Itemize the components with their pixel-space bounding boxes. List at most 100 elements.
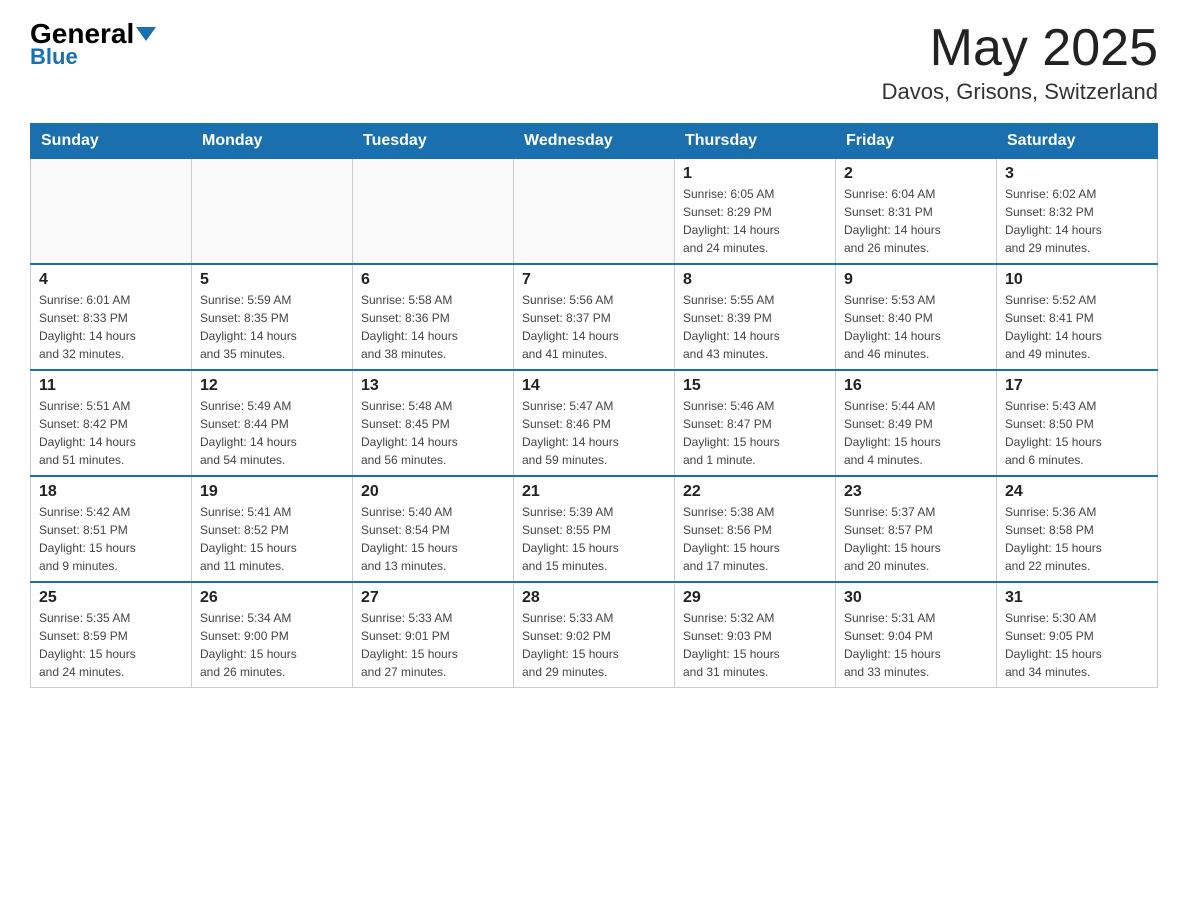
col-header-friday: Friday — [836, 124, 997, 159]
day-number: 8 — [683, 271, 827, 289]
calendar-cell: 18 Sunrise: 5:42 AM Sunset: 8:51 PM Dayli… — [31, 476, 192, 582]
calendar-week-row: 18 Sunrise: 5:42 AM Sunset: 8:51 PM Dayli… — [31, 476, 1158, 582]
calendar-table: SundayMondayTuesdayWednesdayThursdayFrid… — [30, 123, 1158, 688]
calendar-cell: 5 Sunrise: 5:59 AM Sunset: 8:35 PM Daylig… — [192, 264, 353, 370]
col-header-monday: Monday — [192, 124, 353, 159]
day-info: Sunrise: 5:53 AM Sunset: 8:40 PM Dayligh… — [844, 291, 988, 363]
title-block: May 2025 Davos, Grisons, Switzerland — [882, 20, 1158, 105]
day-number: 5 — [200, 271, 344, 289]
day-number: 13 — [361, 377, 505, 395]
day-number: 4 — [39, 271, 183, 289]
day-number: 31 — [1005, 589, 1149, 607]
calendar-title: May 2025 — [882, 20, 1158, 77]
day-number: 15 — [683, 377, 827, 395]
calendar-week-row: 1 Sunrise: 6:05 AM Sunset: 8:29 PM Daylig… — [31, 159, 1158, 265]
calendar-cell: 12 Sunrise: 5:49 AM Sunset: 8:44 PM Dayli… — [192, 370, 353, 476]
day-info: Sunrise: 5:58 AM Sunset: 8:36 PM Dayligh… — [361, 291, 505, 363]
day-info: Sunrise: 5:32 AM Sunset: 9:03 PM Dayligh… — [683, 609, 827, 681]
calendar-location: Davos, Grisons, Switzerland — [882, 79, 1158, 105]
day-info: Sunrise: 5:56 AM Sunset: 8:37 PM Dayligh… — [522, 291, 666, 363]
calendar-cell: 31 Sunrise: 5:30 AM Sunset: 9:05 PM Dayli… — [997, 582, 1158, 688]
day-info: Sunrise: 5:42 AM Sunset: 8:51 PM Dayligh… — [39, 503, 183, 575]
calendar-cell: 21 Sunrise: 5:39 AM Sunset: 8:55 PM Dayli… — [514, 476, 675, 582]
day-number: 27 — [361, 589, 505, 607]
col-header-wednesday: Wednesday — [514, 124, 675, 159]
logo-triangle-icon — [136, 27, 156, 41]
calendar-cell — [31, 159, 192, 265]
calendar-cell: 25Sunrise: 5:35 AM Sunset: 8:59 PM Dayli… — [31, 582, 192, 688]
day-info: Sunrise: 5:40 AM Sunset: 8:54 PM Dayligh… — [361, 503, 505, 575]
calendar-week-row: 11Sunrise: 5:51 AM Sunset: 8:42 PM Dayli… — [31, 370, 1158, 476]
day-info: Sunrise: 5:30 AM Sunset: 9:05 PM Dayligh… — [1005, 609, 1149, 681]
day-info: Sunrise: 5:59 AM Sunset: 8:35 PM Dayligh… — [200, 291, 344, 363]
calendar-cell: 3 Sunrise: 6:02 AM Sunset: 8:32 PM Daylig… — [997, 159, 1158, 265]
day-number: 12 — [200, 377, 344, 395]
day-number: 3 — [1005, 165, 1149, 183]
day-info: Sunrise: 6:05 AM Sunset: 8:29 PM Dayligh… — [683, 185, 827, 257]
calendar-cell: 17 Sunrise: 5:43 AM Sunset: 8:50 PM Dayli… — [997, 370, 1158, 476]
col-header-thursday: Thursday — [675, 124, 836, 159]
day-info: Sunrise: 5:31 AM Sunset: 9:04 PM Dayligh… — [844, 609, 988, 681]
logo: General Blue — [30, 20, 156, 70]
day-number: 22 — [683, 483, 827, 501]
calendar-cell: 2 Sunrise: 6:04 AM Sunset: 8:31 PM Daylig… — [836, 159, 997, 265]
calendar-cell: 23 Sunrise: 5:37 AM Sunset: 8:57 PM Dayli… — [836, 476, 997, 582]
day-info: Sunrise: 5:33 AM Sunset: 9:01 PM Dayligh… — [361, 609, 505, 681]
calendar-cell: 30Sunrise: 5:31 AM Sunset: 9:04 PM Dayli… — [836, 582, 997, 688]
day-number: 25 — [39, 589, 183, 607]
day-number: 23 — [844, 483, 988, 501]
calendar-cell: 27 Sunrise: 5:33 AM Sunset: 9:01 PM Dayli… — [353, 582, 514, 688]
calendar-cell: 29Sunrise: 5:32 AM Sunset: 9:03 PM Dayli… — [675, 582, 836, 688]
calendar-cell: 15 Sunrise: 5:46 AM Sunset: 8:47 PM Dayli… — [675, 370, 836, 476]
calendar-cell: 4 Sunrise: 6:01 AM Sunset: 8:33 PM Daylig… — [31, 264, 192, 370]
day-number: 18 — [39, 483, 183, 501]
calendar-cell: 9Sunrise: 5:53 AM Sunset: 8:40 PM Daylig… — [836, 264, 997, 370]
calendar-cell: 26Sunrise: 5:34 AM Sunset: 9:00 PM Dayli… — [192, 582, 353, 688]
calendar-cell: 24Sunrise: 5:36 AM Sunset: 8:58 PM Dayli… — [997, 476, 1158, 582]
day-info: Sunrise: 5:43 AM Sunset: 8:50 PM Dayligh… — [1005, 397, 1149, 469]
day-number: 24 — [1005, 483, 1149, 501]
calendar-cell: 7 Sunrise: 5:56 AM Sunset: 8:37 PM Daylig… — [514, 264, 675, 370]
calendar-week-row: 25Sunrise: 5:35 AM Sunset: 8:59 PM Dayli… — [31, 582, 1158, 688]
calendar-header-row: SundayMondayTuesdayWednesdayThursdayFrid… — [31, 124, 1158, 159]
logo-blue-text: Blue — [30, 44, 78, 70]
day-number: 28 — [522, 589, 666, 607]
day-number: 2 — [844, 165, 988, 183]
calendar-cell — [192, 159, 353, 265]
calendar-cell — [514, 159, 675, 265]
calendar-cell: 28 Sunrise: 5:33 AM Sunset: 9:02 PM Dayli… — [514, 582, 675, 688]
calendar-cell: 6 Sunrise: 5:58 AM Sunset: 8:36 PM Daylig… — [353, 264, 514, 370]
day-number: 21 — [522, 483, 666, 501]
day-info: Sunrise: 5:49 AM Sunset: 8:44 PM Dayligh… — [200, 397, 344, 469]
calendar-cell — [353, 159, 514, 265]
day-number: 1 — [683, 165, 827, 183]
day-info: Sunrise: 6:04 AM Sunset: 8:31 PM Dayligh… — [844, 185, 988, 257]
calendar-cell: 20Sunrise: 5:40 AM Sunset: 8:54 PM Dayli… — [353, 476, 514, 582]
day-number: 16 — [844, 377, 988, 395]
day-info: Sunrise: 5:37 AM Sunset: 8:57 PM Dayligh… — [844, 503, 988, 575]
day-number: 26 — [200, 589, 344, 607]
day-number: 7 — [522, 271, 666, 289]
calendar-cell: 13Sunrise: 5:48 AM Sunset: 8:45 PM Dayli… — [353, 370, 514, 476]
day-info: Sunrise: 6:02 AM Sunset: 8:32 PM Dayligh… — [1005, 185, 1149, 257]
calendar-cell: 8Sunrise: 5:55 AM Sunset: 8:39 PM Daylig… — [675, 264, 836, 370]
day-info: Sunrise: 5:44 AM Sunset: 8:49 PM Dayligh… — [844, 397, 988, 469]
calendar-cell: 11Sunrise: 5:51 AM Sunset: 8:42 PM Dayli… — [31, 370, 192, 476]
day-info: Sunrise: 5:33 AM Sunset: 9:02 PM Dayligh… — [522, 609, 666, 681]
calendar-cell: 19Sunrise: 5:41 AM Sunset: 8:52 PM Dayli… — [192, 476, 353, 582]
day-info: Sunrise: 6:01 AM Sunset: 8:33 PM Dayligh… — [39, 291, 183, 363]
day-info: Sunrise: 5:46 AM Sunset: 8:47 PM Dayligh… — [683, 397, 827, 469]
day-number: 17 — [1005, 377, 1149, 395]
calendar-cell: 14Sunrise: 5:47 AM Sunset: 8:46 PM Dayli… — [514, 370, 675, 476]
day-number: 11 — [39, 377, 183, 395]
calendar-cell: 10 Sunrise: 5:52 AM Sunset: 8:41 PM Dayli… — [997, 264, 1158, 370]
calendar-cell: 16 Sunrise: 5:44 AM Sunset: 8:49 PM Dayli… — [836, 370, 997, 476]
day-number: 10 — [1005, 271, 1149, 289]
day-info: Sunrise: 5:39 AM Sunset: 8:55 PM Dayligh… — [522, 503, 666, 575]
page-header: General Blue May 2025 Davos, Grisons, Sw… — [30, 20, 1158, 105]
calendar-cell: 1 Sunrise: 6:05 AM Sunset: 8:29 PM Daylig… — [675, 159, 836, 265]
calendar-cell: 22Sunrise: 5:38 AM Sunset: 8:56 PM Dayli… — [675, 476, 836, 582]
day-number: 6 — [361, 271, 505, 289]
day-info: Sunrise: 5:52 AM Sunset: 8:41 PM Dayligh… — [1005, 291, 1149, 363]
day-info: Sunrise: 5:41 AM Sunset: 8:52 PM Dayligh… — [200, 503, 344, 575]
